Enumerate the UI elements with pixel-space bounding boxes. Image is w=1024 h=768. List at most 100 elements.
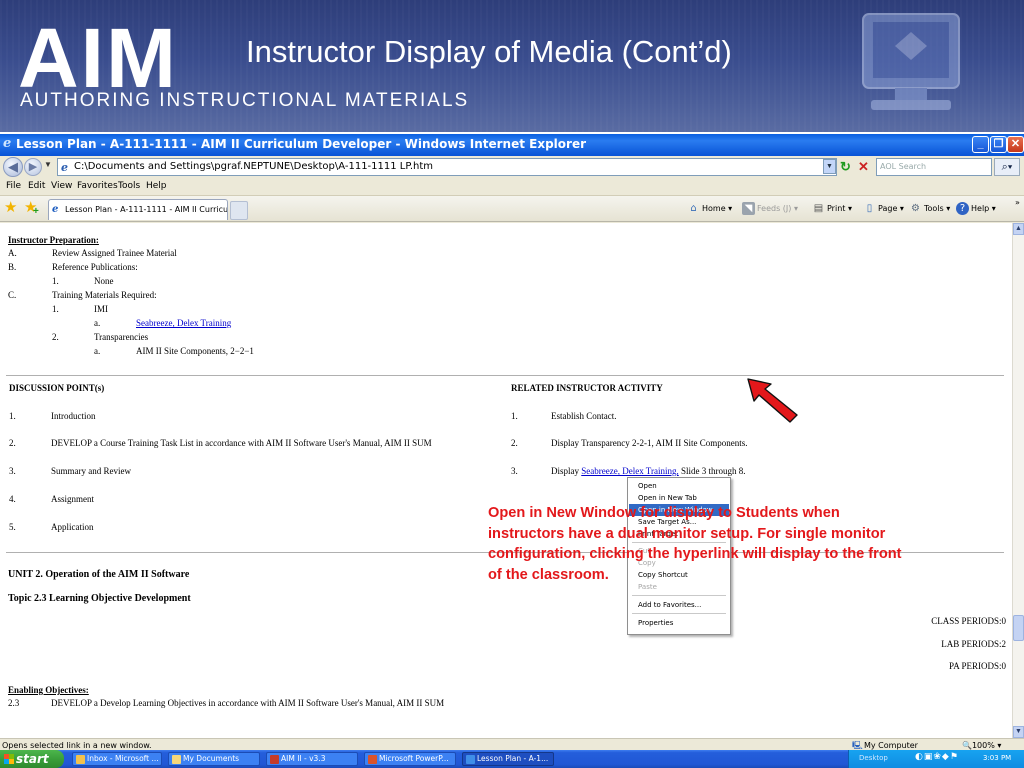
page-icon: e (61, 161, 68, 174)
window-title-bar[interactable]: e Lesson Plan - A-111-1111 - AIM II Curr… (0, 134, 1024, 156)
discussion-text: DEVELOP a Course Training Task List in a… (51, 438, 432, 448)
aim-logo: AIM (18, 11, 178, 105)
minimize-button[interactable]: _ (972, 136, 989, 153)
task-label: Lesson Plan - A-1... (477, 754, 549, 763)
slide-title: Instructor Display of Media (Cont’d) (246, 34, 732, 69)
menu-separator (632, 595, 726, 596)
lab-periods: LAB PERIODS:2 (941, 639, 1006, 649)
ctx-open[interactable]: Open (629, 480, 729, 492)
unit-title: UNIT 2. Operation of the AIM II Software (8, 569, 190, 580)
task-my-documents[interactable]: My Documents (168, 752, 260, 766)
menu-tools[interactable]: Tools (118, 181, 140, 191)
taskbar: start Inbox - Microsoft ... My Documents… (0, 750, 1024, 768)
new-tab-button[interactable] (230, 201, 248, 220)
prep-num: B. (8, 262, 17, 272)
ctx-add-to-favorites[interactable]: Add to Favorites... (629, 599, 729, 611)
document-content: Instructor Preparation: A. Review Assign… (0, 223, 1012, 738)
feeds-label: Feeds (J) (757, 204, 792, 213)
task-lesson-plan[interactable]: Lesson Plan - A-1... (462, 752, 554, 766)
prep-num: C. (8, 290, 17, 300)
add-favorites-icon[interactable]: ★ (24, 200, 39, 221)
enabling-text: DEVELOP a Develop Learning Objectives in… (51, 698, 445, 708)
desktop-toolbar-label[interactable]: Desktop (859, 754, 888, 762)
discussion-num: 1. (9, 411, 16, 421)
printer-icon: ▤ (813, 203, 824, 214)
activity-heading: RELATED INSTRUCTOR ACTIVITY (511, 383, 663, 393)
task-powerpoint[interactable]: Microsoft PowerP... (364, 752, 456, 766)
ctx-properties[interactable]: Properties (629, 617, 729, 629)
prep-text: Transparencies (94, 332, 149, 342)
ie-logo-icon: e (3, 136, 12, 151)
discussion-text: Application (51, 522, 94, 532)
tab-label: Lesson Plan - A-111-1111 - AIM II Curric… (65, 205, 228, 214)
prep-text: None (94, 276, 114, 286)
browser-window: e Lesson Plan - A-111-1111 - AIM II Curr… (0, 134, 1024, 752)
pa-periods: PA PERIODS:0 (949, 661, 1006, 671)
help-button[interactable]: ? Help ▾ (956, 202, 996, 215)
menu-edit[interactable]: Edit (28, 181, 45, 191)
print-button[interactable]: ▤ Print ▾ (812, 202, 852, 215)
prep-num: 1. (52, 276, 59, 286)
menu-file[interactable]: File (6, 181, 21, 191)
slide-header: AIM AUTHORING INSTRUCTIONAL MATERIALS In… (0, 0, 1024, 132)
discussion-text: Summary and Review (51, 466, 131, 476)
toolbar-overflow-icon[interactable]: » (1015, 198, 1020, 207)
scroll-down-icon[interactable]: ▼ (1013, 726, 1024, 738)
activity-text: Establish Contact. (551, 411, 617, 421)
favorites-star-icon[interactable]: ★ (4, 200, 17, 216)
tools-button[interactable]: ⚙ Tools ▾ (909, 202, 950, 215)
menu-bar: File Edit View Favorites Tools Help (0, 178, 1024, 196)
topic-title: Topic 2.3 Learning Objective Development (8, 593, 191, 604)
zone-label: My Computer (864, 741, 918, 750)
close-button[interactable]: ✕ (1007, 136, 1024, 153)
scroll-up-icon[interactable]: ▲ (1013, 223, 1024, 235)
clock: 3:03 PM (983, 754, 1012, 762)
discussion-num: 2. (9, 438, 16, 448)
tab-lesson-plan[interactable]: e Lesson Plan - A-111-1111 - AIM II Curr… (48, 199, 228, 220)
zoom-control[interactable]: 🔍100% ▾ (962, 741, 1001, 750)
seabreeze-activity-link[interactable]: Seabreeze, Delex Training, (581, 466, 678, 476)
history-dropdown-icon[interactable]: ▼ (44, 160, 52, 169)
task-inbox[interactable]: Inbox - Microsoft ... (72, 752, 162, 766)
enabling-objectives-heading: Enabling Objectives: (8, 685, 89, 695)
start-label: start (16, 752, 49, 766)
menu-help[interactable]: Help (146, 181, 167, 191)
tray-icons[interactable]: ◐▣❀◆⚑ (915, 752, 959, 762)
task-aim[interactable]: AIM II - v3.3 (266, 752, 358, 766)
activity-text-3: Display Seabreeze, Delex Training, Slide… (551, 466, 745, 476)
home-button[interactable]: ⌂ Home ▾ (687, 202, 732, 215)
prep-num: 1. (52, 304, 59, 314)
search-input[interactable]: AOL Search (876, 158, 992, 176)
prep-num: 2. (52, 332, 59, 342)
forward-button[interactable]: ▶ (24, 158, 42, 176)
activity-text-post: Slide 3 through 8. (678, 466, 746, 476)
home-label: Home (702, 204, 726, 213)
feeds-button[interactable]: ◥ Feeds (J) ▾ (742, 202, 798, 215)
status-text: Opens selected link in a new window. (2, 741, 152, 750)
back-button[interactable]: ◀ (3, 157, 23, 177)
section-divider (6, 375, 1004, 376)
discussion-num: 3. (9, 466, 16, 476)
address-dropdown-icon[interactable]: ▼ (823, 159, 836, 174)
menu-favorites[interactable]: Favorites (77, 181, 118, 191)
seabreeze-link[interactable]: Seabreeze, Delex Training (136, 318, 231, 328)
stop-icon[interactable]: ✕ (858, 159, 869, 174)
address-bar[interactable]: e C:\Documents and Settings\pgraf.NEPTUN… (57, 158, 837, 176)
search-icon[interactable]: ⌕▾ (994, 158, 1020, 176)
activity-text-pre: Display (551, 466, 582, 476)
help-label: Help (971, 204, 990, 213)
restore-button[interactable]: ❐ (990, 136, 1007, 153)
page-button[interactable]: ▯ Page ▾ (863, 202, 904, 215)
help-icon: ? (956, 202, 969, 215)
scroll-thumb[interactable] (1013, 615, 1024, 641)
discussion-num: 4. (9, 494, 16, 504)
prep-num: a. (94, 318, 101, 328)
red-arrow-icon (747, 378, 798, 423)
vertical-scrollbar[interactable]: ▲ ▼ (1012, 223, 1024, 738)
menu-view[interactable]: View (51, 181, 72, 191)
activity-num: 2. (511, 438, 518, 448)
annotation-note: Open in New Window for display to Studen… (488, 505, 902, 583)
gear-icon: ⚙ (911, 203, 920, 214)
refresh-icon[interactable]: ↻ (840, 159, 851, 174)
start-button[interactable]: start (0, 750, 64, 768)
